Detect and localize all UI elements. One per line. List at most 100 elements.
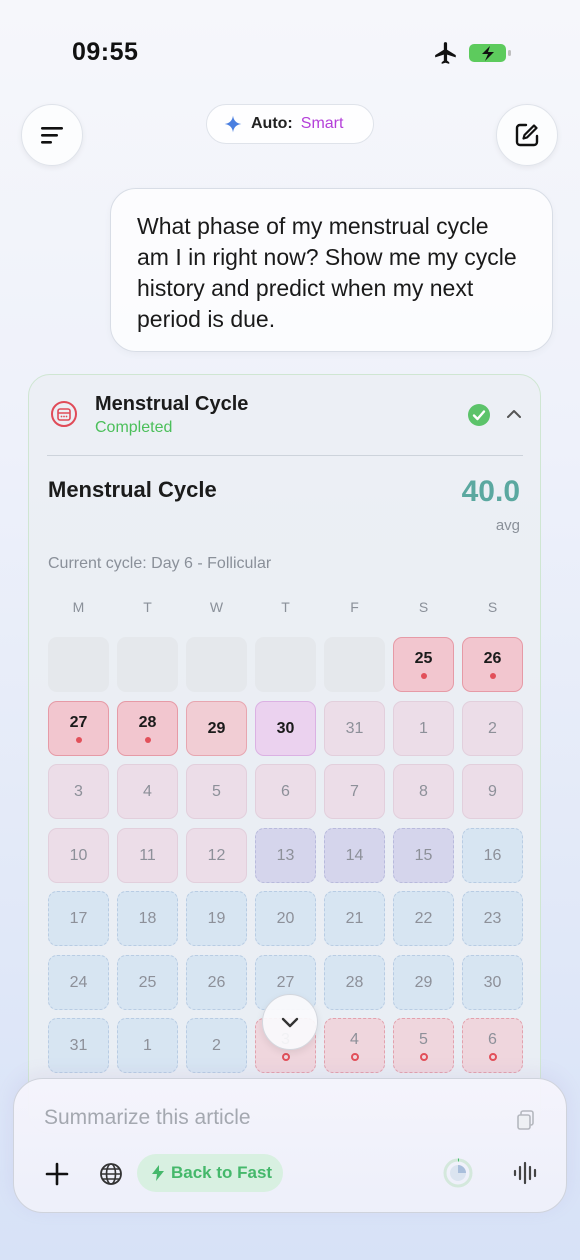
period-marker-dot xyxy=(75,737,82,743)
calendar-day-cell[interactable]: 25 xyxy=(393,637,454,692)
calendar-day-number: 18 xyxy=(138,909,157,927)
calendar-day-cell[interactable]: 29 xyxy=(393,955,454,1010)
calendar-day-cell[interactable]: 30 xyxy=(255,701,316,756)
tool-status: Completed xyxy=(95,419,173,436)
predicted-period-marker xyxy=(488,1052,497,1061)
weekday-label: S xyxy=(418,599,429,615)
globe-icon[interactable] xyxy=(98,1161,124,1187)
calendar-day-cell[interactable]: 2 xyxy=(462,701,523,756)
calendar-day-cell[interactable]: 7 xyxy=(324,764,385,819)
calendar-day-number: 28 xyxy=(345,973,364,991)
weekday-label: F xyxy=(350,599,359,615)
lightning-icon xyxy=(152,1165,164,1181)
calendar-day-number: 28 xyxy=(138,714,157,731)
calendar-day-cell[interactable]: 4 xyxy=(117,764,178,819)
calendar-day-number: 27 xyxy=(276,973,295,991)
tool-card-header[interactable]: Menstrual Cycle Completed xyxy=(29,375,540,455)
calendar-day-number: 14 xyxy=(345,846,364,864)
message-composer: Back to Fast xyxy=(13,1078,567,1213)
calendar-day-cell[interactable]: 12 xyxy=(186,828,247,883)
calendar-day-number: 8 xyxy=(419,782,428,800)
calendar-day-cell[interactable]: 19 xyxy=(186,891,247,946)
calendar-day-number: 16 xyxy=(483,846,502,864)
calendar-day-number: 1 xyxy=(143,1036,152,1054)
voice-waveform-icon[interactable] xyxy=(512,1159,540,1187)
new-chat-button[interactable] xyxy=(496,104,558,166)
usage-ring-icon[interactable] xyxy=(442,1157,474,1189)
battery-charging-icon xyxy=(469,44,511,62)
calendar-day-cell[interactable]: 21 xyxy=(324,891,385,946)
calendar-day-number: 20 xyxy=(276,909,295,927)
status-time: 09:55 xyxy=(72,38,139,66)
calendar-day-number: 2 xyxy=(488,719,497,737)
calendar-day-number: 30 xyxy=(483,973,502,991)
avg-value: 40.0 xyxy=(461,475,520,508)
calendar-day-cell[interactable]: 27 xyxy=(48,701,109,756)
calendar-day-cell[interactable]: 5 xyxy=(393,1018,454,1073)
calendar-day-number: 31 xyxy=(69,1036,88,1054)
model-selector[interactable]: Auto: Smart xyxy=(206,104,374,144)
compose-icon xyxy=(515,123,539,147)
calendar-day-cell[interactable]: 28 xyxy=(324,955,385,1010)
calendar-day-cell[interactable]: 26 xyxy=(462,637,523,692)
calendar-day-cell[interactable]: 16 xyxy=(462,828,523,883)
calendar-day-cell[interactable]: 13 xyxy=(255,828,316,883)
current-cycle-info: Current cycle: Day 6 - Follicular xyxy=(48,555,272,572)
calendar-day-number: 21 xyxy=(345,909,364,927)
predicted-period-marker xyxy=(350,1052,359,1061)
calendar-day-number: 25 xyxy=(414,650,433,667)
calendar-day-cell[interactable]: 1 xyxy=(393,701,454,756)
calendar-day-number: 5 xyxy=(212,782,221,800)
calendar-day-cell[interactable]: 22 xyxy=(393,891,454,946)
calendar-cell-empty xyxy=(186,637,247,692)
calendar-day-cell[interactable]: 30 xyxy=(462,955,523,1010)
calendar-day-cell[interactable]: 31 xyxy=(324,701,385,756)
calendar-day-cell[interactable]: 4 xyxy=(324,1018,385,1073)
calendar-day-cell[interactable]: 17 xyxy=(48,891,109,946)
calendar-day-cell[interactable]: 24 xyxy=(48,955,109,1010)
calendar-day-number: 24 xyxy=(69,973,88,991)
calendar-day-cell[interactable]: 15 xyxy=(393,828,454,883)
calendar-day-cell[interactable]: 9 xyxy=(462,764,523,819)
calendar-day-cell[interactable]: 26 xyxy=(186,955,247,1010)
plus-icon[interactable] xyxy=(44,1161,70,1187)
message-input[interactable] xyxy=(44,1103,484,1133)
calendar-icon xyxy=(51,401,77,427)
airplane-icon xyxy=(435,42,456,64)
avg-label: avg xyxy=(495,517,520,534)
calendar-day-cell[interactable]: 20 xyxy=(255,891,316,946)
calendar-day-number: 9 xyxy=(488,782,497,800)
calendar-day-cell[interactable]: 14 xyxy=(324,828,385,883)
calendar-day-cell[interactable]: 1 xyxy=(117,1018,178,1073)
check-circle-icon xyxy=(468,404,490,426)
predicted-period-marker xyxy=(419,1052,428,1061)
back-to-fast-button[interactable]: Back to Fast xyxy=(137,1154,283,1192)
chevron-up-icon[interactable] xyxy=(505,405,523,423)
clipboard-icon[interactable] xyxy=(515,1109,537,1131)
weekday-label: W xyxy=(209,599,224,615)
calendar-day-cell[interactable]: 5 xyxy=(186,764,247,819)
calendar-day-cell[interactable]: 23 xyxy=(462,891,523,946)
calendar-day-cell[interactable]: 31 xyxy=(48,1018,109,1073)
weekday-header: M T W T F S S xyxy=(48,599,523,619)
section-title: Menstrual Cycle xyxy=(48,477,217,502)
calendar-day-cell[interactable]: 29 xyxy=(186,701,247,756)
calendar-day-number: 10 xyxy=(69,846,88,864)
calendar-day-cell[interactable]: 18 xyxy=(117,891,178,946)
calendar-day-cell[interactable]: 25 xyxy=(117,955,178,1010)
calendar-day-cell[interactable]: 3 xyxy=(48,764,109,819)
calendar-day-cell[interactable]: 28 xyxy=(117,701,178,756)
menu-button[interactable] xyxy=(21,104,83,166)
scroll-down-button[interactable] xyxy=(262,994,318,1050)
calendar-day-cell[interactable]: 6 xyxy=(255,764,316,819)
weekday-label: T xyxy=(143,599,152,615)
calendar-day-number: 4 xyxy=(350,1030,359,1048)
calendar-day-number: 29 xyxy=(207,719,226,737)
calendar-day-cell[interactable]: 8 xyxy=(393,764,454,819)
calendar-day-cell[interactable]: 10 xyxy=(48,828,109,883)
calendar-day-cell[interactable]: 2 xyxy=(186,1018,247,1073)
calendar-day-cell[interactable]: 6 xyxy=(462,1018,523,1073)
calendar-day-cell[interactable]: 11 xyxy=(117,828,178,883)
calendar-day-number: 27 xyxy=(69,714,88,731)
predicted-period-marker xyxy=(281,1052,290,1061)
